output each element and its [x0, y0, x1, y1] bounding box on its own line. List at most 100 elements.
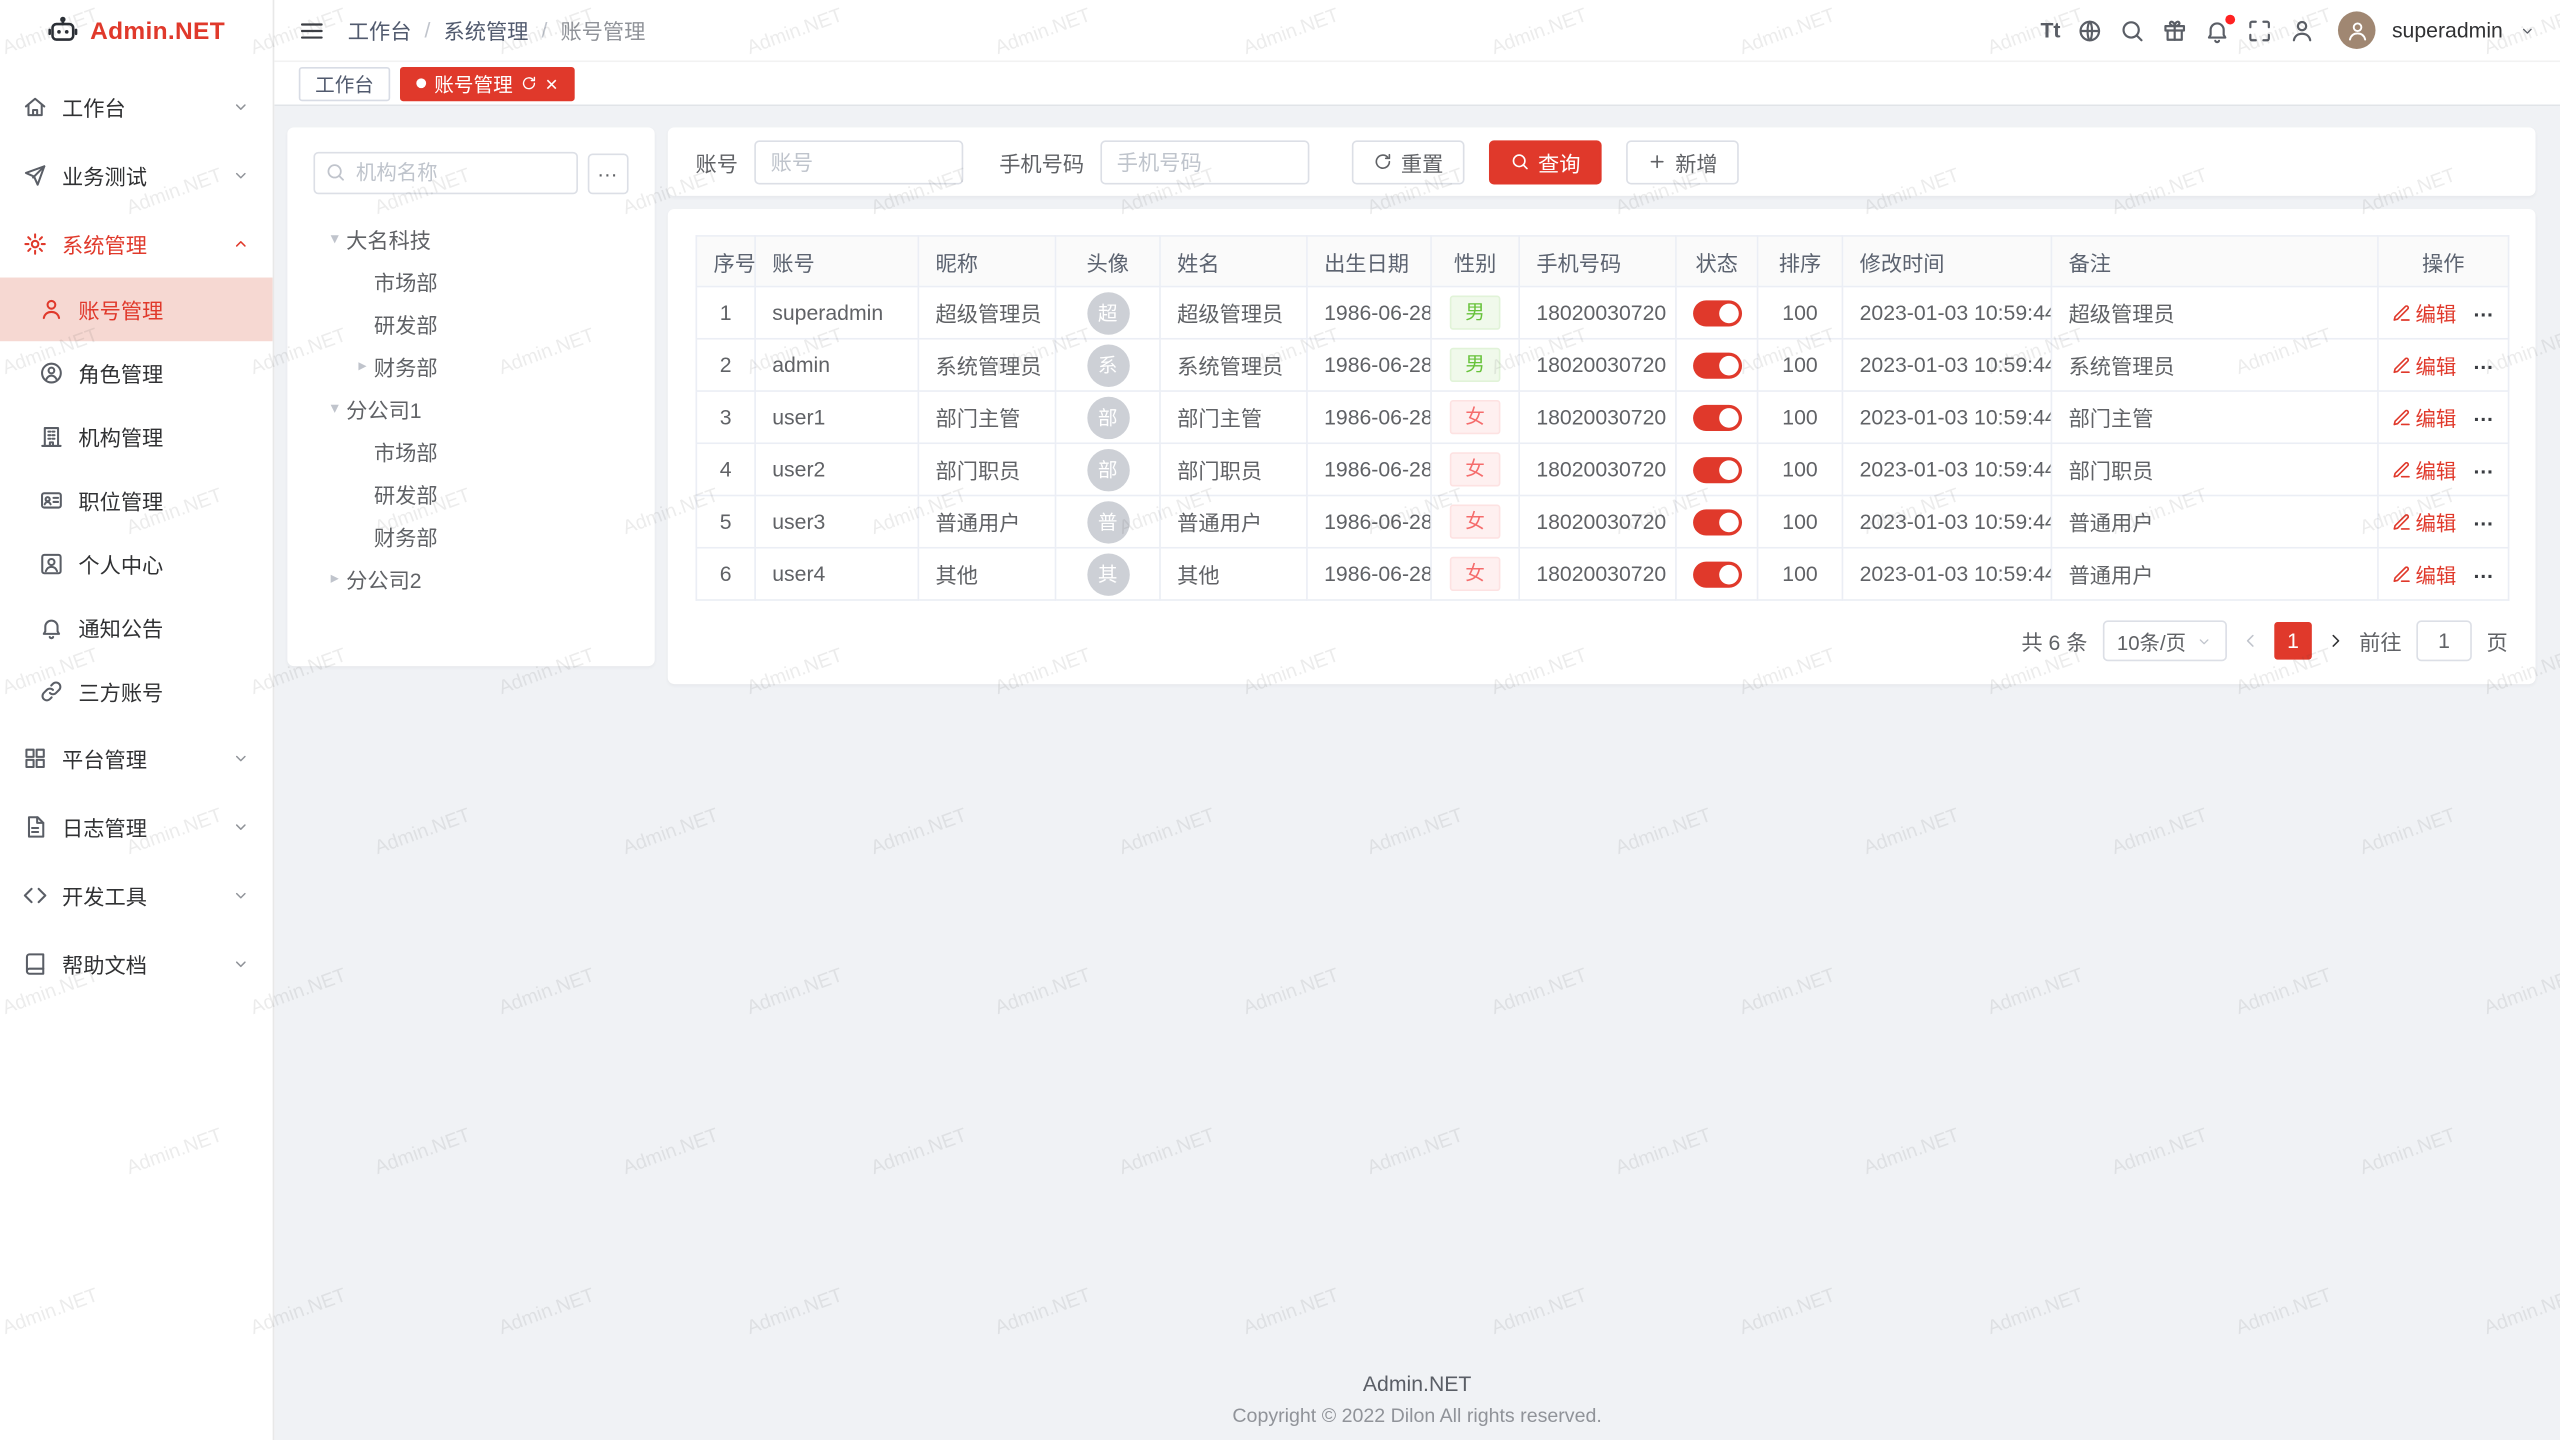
- tab-account-management[interactable]: 账号管理 ×: [400, 66, 574, 100]
- tab-close-icon[interactable]: ×: [545, 73, 557, 94]
- breadcrumb-item[interactable]: 系统管理: [443, 15, 528, 46]
- cell-account: user2: [755, 443, 918, 495]
- status-toggle[interactable]: [1693, 457, 1742, 483]
- tree-caret-icon[interactable]: ▸: [351, 357, 374, 375]
- sidebar-item-log-management[interactable]: 日志管理: [0, 792, 273, 861]
- cell-modified: 2023-01-03 10:59:44: [1842, 339, 2051, 391]
- tab-workbench[interactable]: 工作台: [299, 66, 390, 100]
- edit-button[interactable]: 编辑: [2391, 558, 2456, 589]
- pagination-next-button[interactable]: [2326, 632, 2344, 650]
- top-header: 工作台 / 系统管理 / 账号管理 Tt superadmin: [274, 0, 2560, 62]
- add-button[interactable]: 新增: [1626, 140, 1739, 184]
- tree-node[interactable]: ▸财务部: [313, 344, 628, 386]
- tree-node[interactable]: 研发部: [313, 302, 628, 344]
- avatar[interactable]: [2338, 11, 2376, 49]
- phone-input[interactable]: [1100, 140, 1309, 184]
- tab-refresh-icon[interactable]: [521, 75, 537, 91]
- document-icon: [23, 814, 47, 838]
- sidebar-item-dev-tools[interactable]: 开发工具: [0, 860, 273, 929]
- tree-caret-icon[interactable]: ▾: [323, 229, 346, 247]
- pagination-page-current[interactable]: 1: [2274, 622, 2312, 660]
- sidebar-item-role-management[interactable]: 角色管理: [0, 341, 273, 405]
- search-icon: [1510, 152, 1530, 172]
- notification-bell-icon[interactable]: [2204, 17, 2230, 43]
- tree-node[interactable]: ▾大名科技: [313, 217, 628, 259]
- status-toggle[interactable]: [1693, 405, 1742, 431]
- cell-modified: 2023-01-03 10:59:44: [1842, 496, 2051, 548]
- phone-label: 手机号码: [999, 146, 1084, 177]
- chevron-down-icon[interactable]: [2519, 22, 2535, 38]
- tree-caret-icon[interactable]: ▾: [323, 399, 346, 417]
- sidebar-item-personal-center[interactable]: 个人中心: [0, 532, 273, 596]
- row-more-button[interactable]: …: [2473, 506, 2496, 537]
- org-more-button[interactable]: …: [588, 153, 629, 194]
- status-toggle[interactable]: [1693, 509, 1742, 535]
- cell-sort: 100: [1758, 496, 1843, 548]
- sidebar-item-notice[interactable]: 通知公告: [0, 596, 273, 660]
- reset-button[interactable]: 重置: [1352, 140, 1465, 184]
- tree-node[interactable]: 市场部: [313, 429, 628, 471]
- sidebar-item-business-test[interactable]: 业务测试: [0, 140, 273, 209]
- chevron-down-icon: [232, 166, 250, 184]
- language-icon[interactable]: [2077, 17, 2103, 43]
- sidebar-item-account-management[interactable]: 账号管理: [0, 278, 273, 342]
- sidebar-item-org-management[interactable]: 机构管理: [0, 405, 273, 469]
- row-more-button[interactable]: …: [2473, 349, 2496, 380]
- app-logo-text: Admin.NET: [90, 17, 225, 45]
- tree-caret-icon[interactable]: ▸: [323, 569, 346, 587]
- edit-button[interactable]: 编辑: [2391, 349, 2456, 380]
- sidebar-item-third-party-account[interactable]: 三方账号: [0, 660, 273, 724]
- goto-page-input[interactable]: [2416, 620, 2472, 661]
- row-more-button[interactable]: …: [2473, 402, 2496, 433]
- org-name-search-input[interactable]: [313, 152, 577, 194]
- page-footer: Admin.NET Copyright © 2022 Dilon All rig…: [274, 1371, 2560, 1427]
- tree-node[interactable]: 财务部: [313, 514, 628, 556]
- hamburger-menu-icon[interactable]: [299, 17, 325, 43]
- cell-nickname: 部门职员: [918, 443, 1055, 495]
- add-button-label: 新增: [1675, 146, 1717, 177]
- tree-node[interactable]: ▸分公司2: [313, 557, 628, 599]
- cell-name: 普通用户: [1160, 496, 1307, 548]
- account-input[interactable]: [754, 140, 963, 184]
- tree-node[interactable]: 研发部: [313, 472, 628, 514]
- cell-index: 4: [696, 443, 755, 495]
- sidebar-item-position-management[interactable]: 职位管理: [0, 469, 273, 533]
- chevron-down-icon: [232, 817, 250, 835]
- row-avatar: 系: [1087, 344, 1129, 386]
- breadcrumb-item[interactable]: 工作台: [348, 15, 412, 46]
- row-more-button[interactable]: …: [2473, 297, 2496, 328]
- cell-nickname: 其他: [918, 548, 1055, 600]
- fullscreen-icon[interactable]: [2247, 17, 2273, 43]
- status-toggle[interactable]: [1693, 300, 1742, 326]
- sidebar-item-workbench[interactable]: 工作台: [0, 72, 273, 141]
- edit-button[interactable]: 编辑: [2391, 297, 2456, 328]
- tree-node[interactable]: 市场部: [313, 260, 628, 302]
- toggle-knob: [1719, 303, 1739, 323]
- edit-button[interactable]: 编辑: [2391, 454, 2456, 485]
- search-button[interactable]: 查询: [1489, 140, 1602, 184]
- status-toggle[interactable]: [1693, 352, 1742, 378]
- font-size-icon[interactable]: Tt: [2040, 17, 2060, 43]
- tree-node-label: 大名科技: [346, 223, 431, 254]
- username[interactable]: superadmin: [2392, 18, 2503, 42]
- cell-sort: 100: [1758, 287, 1843, 339]
- row-more-button[interactable]: …: [2473, 558, 2496, 589]
- tree-node-label: 市场部: [374, 265, 438, 296]
- row-avatar: 其: [1087, 553, 1129, 595]
- page-size-select[interactable]: 10条/页: [2102, 620, 2227, 661]
- sidebar-item-help-docs[interactable]: 帮助文档: [0, 929, 273, 998]
- theme-icon[interactable]: [2162, 17, 2188, 43]
- col-header-actions: 操作: [2378, 236, 2509, 287]
- row-more-button[interactable]: …: [2473, 454, 2496, 485]
- user-icon[interactable]: [2289, 17, 2315, 43]
- sidebar-item-system-management[interactable]: 系统管理: [0, 209, 273, 278]
- tree-node[interactable]: ▾分公司1: [313, 387, 628, 429]
- notification-badge: [2225, 14, 2235, 24]
- sidebar-item-platform-management[interactable]: 平台管理: [0, 723, 273, 792]
- status-toggle[interactable]: [1693, 561, 1742, 587]
- app-logo[interactable]: Admin.NET: [0, 0, 273, 62]
- edit-button[interactable]: 编辑: [2391, 402, 2456, 433]
- search-icon[interactable]: [2119, 17, 2145, 43]
- edit-button[interactable]: 编辑: [2391, 506, 2456, 537]
- pagination-prev-button[interactable]: [2242, 632, 2260, 650]
